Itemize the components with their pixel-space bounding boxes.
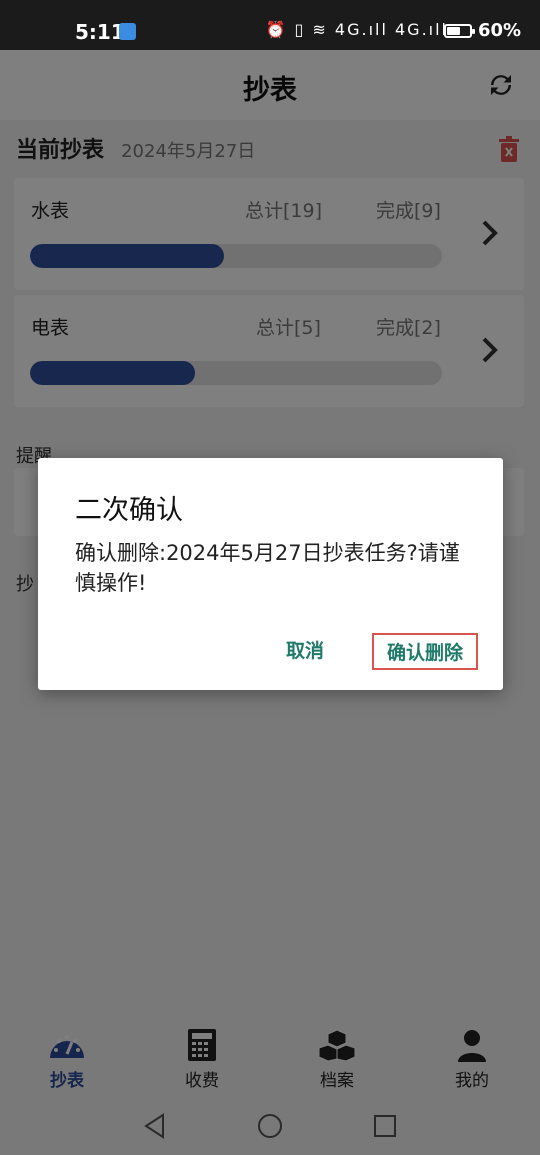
cancel-button[interactable]: 取消 — [286, 636, 324, 663]
modal-backdrop-nav — [0, 1098, 540, 1155]
battery-icon — [444, 24, 475, 38]
dialog-title: 二次确认 — [75, 495, 183, 526]
status-indicators: ⏰ ▯ ≋ 4G.ıll 4G.ıll — [265, 20, 448, 39]
confirm-dialog: 二次确认 确认删除:2024年5月27日抄表任务?请谨慎操作! 取消 确认删除 — [38, 458, 503, 690]
status-time: 5:11 — [75, 20, 125, 44]
dialog-message: 确认删除:2024年5月27日抄表任务?请谨慎操作! — [75, 541, 460, 595]
confirm-delete-button[interactable]: 确认删除 — [372, 633, 478, 670]
app-notification-icon — [119, 23, 136, 40]
status-bar: 5:11 ⏰ ▯ ≋ 4G.ıll 4G.ıll 60% — [0, 0, 540, 50]
battery-percent: 60% — [478, 20, 522, 41]
